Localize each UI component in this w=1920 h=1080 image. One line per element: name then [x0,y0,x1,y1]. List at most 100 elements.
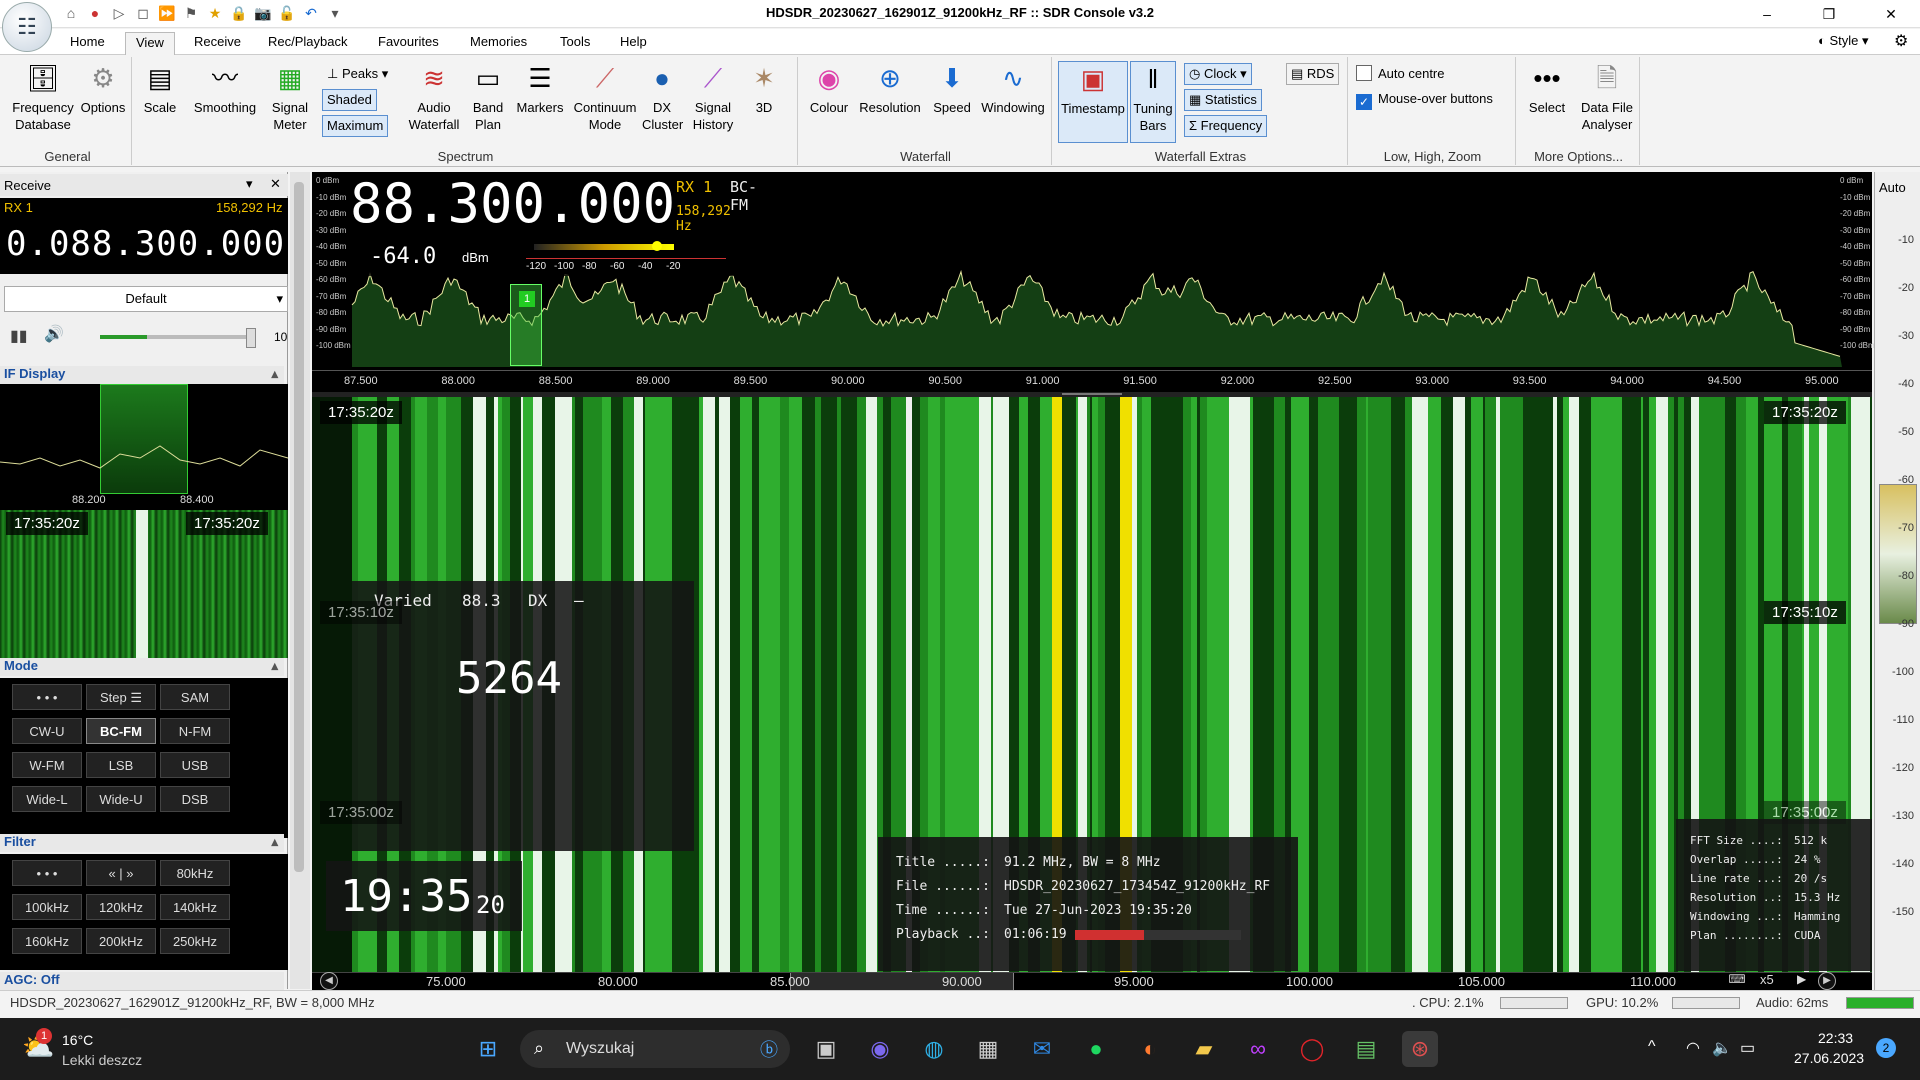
mode-sam-button[interactable]: SAM [160,684,230,710]
filter-more-button[interactable]: • • • [12,860,82,886]
clock-time[interactable]: 22:33 [1818,1030,1853,1046]
tab-favourites[interactable]: Favourites [368,32,449,55]
filter-header[interactable]: Filter ▴ [0,834,284,852]
markers-button[interactable]: ☰ Markers [514,61,566,116]
statistics-button[interactable]: ▦ Statistics [1184,89,1262,111]
zoom-level[interactable]: x5 [1760,972,1774,987]
shaded-button[interactable]: Shaded [322,89,377,111]
collapse-icon[interactable]: ▴ [271,834,278,850]
filter-adjust-button[interactable]: « | » [86,860,156,886]
rds-button[interactable]: ▤ RDS [1286,63,1340,85]
minimize-button[interactable]: – [1744,0,1790,28]
tab-help[interactable]: Help [610,32,657,55]
mode-wideu-button[interactable]: Wide-U [86,786,156,812]
search-box[interactable]: ⌕ Wyszukaj ⓑ [520,1030,790,1068]
resolution-button[interactable]: ⊕ Resolution [854,61,926,116]
app-menu-button[interactable]: ☷ [2,2,52,52]
tab-view[interactable]: View [125,32,175,55]
opera-icon[interactable]: ◯ [1294,1031,1330,1067]
panel-scrollbar[interactable] [290,172,310,989]
band-plan-button[interactable]: ▭ Band Plan [466,61,510,133]
tab-rec-playback[interactable]: Rec/Playback [258,32,357,55]
timestamp-button[interactable]: ▣ Timestamp [1058,61,1128,143]
filter-120k-button[interactable]: 120kHz [86,894,156,920]
mode-header[interactable]: Mode ▴ [0,658,284,676]
spectrum-display[interactable]: 0 dBm -10 dBm -20 dBm -30 dBm -40 dBm -50 dBm… [312,172,1875,392]
frequency-database-button[interactable]: 🗄 Frequency Database [8,61,78,133]
tuning-marker[interactable]: 1 [510,284,542,366]
zoom-arrow-icon[interactable]: ▶ [1797,972,1806,986]
chat-icon[interactable]: ◉ [862,1031,898,1067]
options-button[interactable]: ⚙ Options [76,61,130,116]
signal-history-button[interactable]: ⟋ Signal History [686,61,740,133]
filter-100k-button[interactable]: 100kHz [12,894,82,920]
tuning-bars-button[interactable]: ‖ Tuning Bars [1130,61,1176,143]
speaker-icon[interactable]: 🔊 [44,324,64,344]
close-button[interactable]: ✕ [1868,0,1914,28]
auto-scale-button[interactable]: Auto [1879,180,1906,195]
file-explorer-icon[interactable]: ▰ [1186,1031,1222,1067]
smoothing-button[interactable]: 〰 Smoothing [188,61,262,116]
spotify-icon[interactable]: ● [1078,1031,1114,1067]
overview-axis[interactable]: 75.000 80.000 85.000 90.000 95.000 100.000 105… [312,972,1872,991]
filter-140k-button[interactable]: 140kHz [160,894,230,920]
dx-cluster-button[interactable]: ● DX Cluster [642,61,683,133]
mode-dsb-button[interactable]: DSB [160,786,230,812]
windowing-button[interactable]: ∿ Windowing [976,61,1050,116]
if-waterfall[interactable]: 17:35:20z 17:35:20z [0,510,288,658]
audio-waterfall-button[interactable]: ≋ Audio Waterfall [404,61,464,133]
battery-icon[interactable]: ▭ [1740,1038,1755,1058]
mode-bcfm-button[interactable]: BC-FM [86,718,156,744]
waterfall-level-scale[interactable]: Auto -10 -20 -30 -40 -50 -60 -70 -80 -90 -100 -110… [1874,172,1920,990]
scale-button[interactable]: ▤ Scale [140,61,180,116]
volume-slider-thumb[interactable] [246,328,256,348]
filter-160k-button[interactable]: 160kHz [12,928,82,954]
tab-memories[interactable]: Memories [460,32,537,55]
vfo-frequency[interactable]: 0.088.300.000 [6,224,285,264]
select-button[interactable]: ••• Select [1522,61,1572,116]
style-menu[interactable]: ◐ Style ▾ [1818,33,1869,49]
mouse-over-checkbox[interactable]: ✓ Mouse-over buttons [1356,91,1493,110]
volume-slider[interactable] [100,335,256,339]
signal-meter-button[interactable]: ▦ Signal Meter [262,61,318,133]
store-icon[interactable]: ▦ [970,1031,1006,1067]
volume-icon[interactable]: 🔈 [1712,1038,1732,1058]
mode-cwu-button[interactable]: CW-U [12,718,82,744]
if-display-header[interactable]: IF Display ▴ [0,366,284,384]
wifi-icon[interactable]: ◠ [1686,1038,1700,1058]
auto-centre-checkbox[interactable]: Auto centre [1356,65,1445,81]
frequency-axis[interactable]: 87.500 88.000 88.500 89.000 89.500 90.000 90.5… [312,370,1872,392]
sdr-console-icon[interactable]: ⊛ [1402,1031,1438,1067]
mail-icon[interactable]: ✉ [1024,1031,1060,1067]
mode-lsb-button[interactable]: LSB [86,752,156,778]
firefox-icon[interactable]: ◐ [1132,1031,1168,1067]
frequency-button[interactable]: Σ Frequency [1184,115,1268,137]
edge-icon[interactable]: ◍ [916,1031,952,1067]
main-display[interactable]: 0 dBm -10 dBm -20 dBm -30 dBm -40 dBm -50 dBm… [312,172,1875,991]
continuum-mode-button[interactable]: ⟋ Continuum Mode [570,61,640,133]
tab-home[interactable]: Home [60,32,115,55]
collapse-icon[interactable]: ▴ [271,366,278,382]
notepad-icon[interactable]: ▤ [1348,1031,1384,1067]
speed-button[interactable]: ⬇ Speed [928,61,976,116]
close-icon[interactable]: ✕ [270,176,281,192]
levels-icon[interactable]: ▮▮ [10,326,28,346]
maximum-button[interactable]: Maximum [322,115,389,137]
tab-tools[interactable]: Tools [550,32,600,55]
mode-wfm-button[interactable]: W-FM [12,752,82,778]
mode-widel-button[interactable]: Wide-L [12,786,82,812]
main-frequency[interactable]: 88.300.000 [350,172,675,235]
clock-button[interactable]: ◷ Clock ▾ [1184,63,1252,85]
colour-button[interactable]: ◉ Colour [806,61,852,116]
level-range-handle[interactable] [1879,484,1917,624]
mode-nfm-button[interactable]: N-FM [160,718,230,744]
keyboard-icon[interactable]: ⌨ [1722,972,1752,990]
mode-usb-button[interactable]: USB [160,752,230,778]
vfo-display[interactable]: RX 1 158,292 Hz 0.088.300.000 [0,198,288,274]
chevron-up-icon[interactable]: ^ [1648,1038,1656,1056]
chevron-down-icon[interactable]: ▾ [246,176,253,192]
peaks-button[interactable]: ⊥ Peaks ▾ [322,63,393,85]
scrollbar-thumb[interactable] [294,182,304,872]
app-icon[interactable]: ∞ [1240,1031,1276,1067]
notification-badge[interactable]: 2 [1876,1038,1896,1058]
